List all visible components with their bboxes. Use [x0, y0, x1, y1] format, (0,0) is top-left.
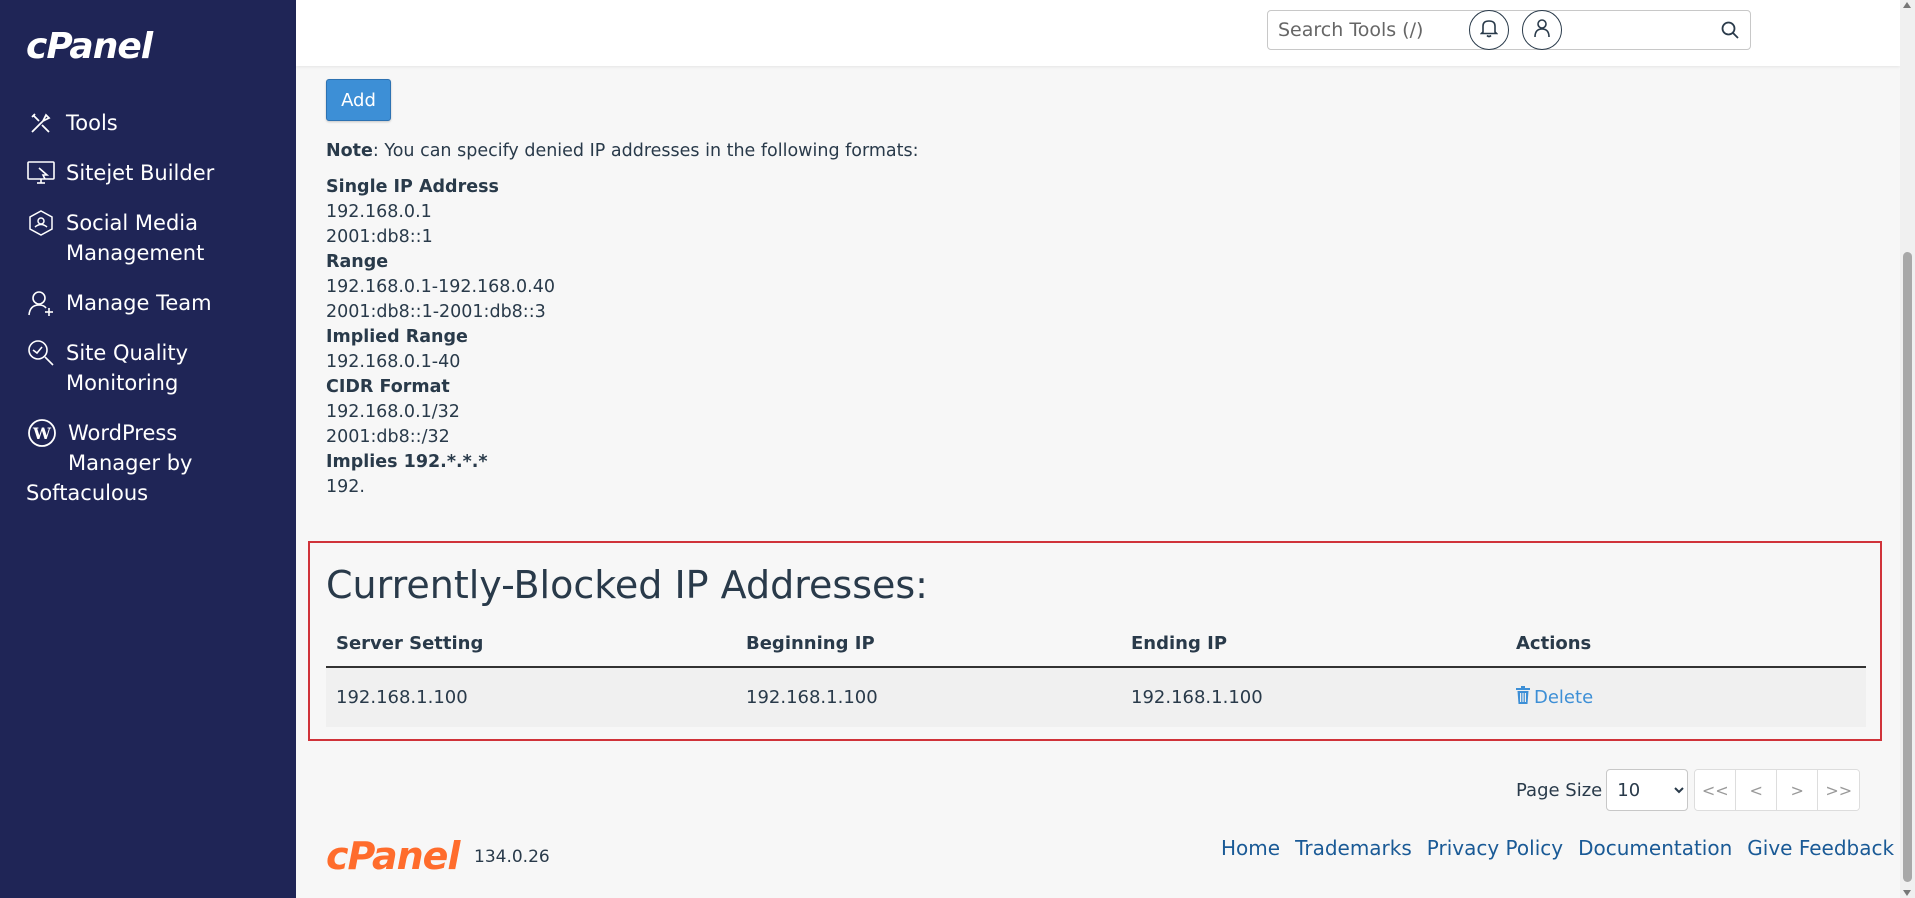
scroll-thumb[interactable] — [1903, 252, 1912, 882]
footer-cpanel-logo[interactable]: cPanel — [326, 834, 460, 878]
version-label: 134.0.26 — [474, 847, 550, 867]
last-page-button[interactable]: >> — [1818, 770, 1860, 810]
delete-link[interactable]: Delete — [1516, 686, 1593, 709]
scroll-down-arrow[interactable] — [1903, 890, 1911, 896]
search-icon[interactable] — [1720, 20, 1740, 40]
sidebar-item-label: Tools — [66, 111, 118, 135]
sidebar-item-label: Sitejet Builder — [66, 161, 215, 185]
sidebar-item-label-cont: Softaculous — [26, 481, 149, 505]
footer-links: Home Trademarks Privacy Policy Documenta… — [1221, 836, 1894, 860]
footer-link-home[interactable]: Home — [1221, 836, 1280, 860]
format-notes: Note: You can specify denied IP addresse… — [326, 139, 919, 500]
svg-text:W: W — [32, 424, 52, 443]
footer-link-documentation[interactable]: Documentation — [1578, 836, 1732, 860]
beginning-ip-cell: 192.168.1.100 — [736, 667, 1121, 727]
sidebar-item-label: WordPress Manager by — [68, 421, 193, 475]
format-heading: Single IP Address — [326, 177, 499, 197]
format-heading: Implies 192.*.*.* — [326, 452, 488, 472]
page-scrollbar[interactable] — [1900, 0, 1915, 898]
column-header[interactable]: Beginning IP — [736, 621, 1121, 668]
format-example: 2001:db8::1 — [326, 227, 433, 247]
scroll-up-arrow[interactable] — [1903, 2, 1911, 8]
sidebar-item-manage-team[interactable]: Manage Team — [0, 288, 296, 318]
column-header[interactable]: Ending IP — [1121, 621, 1506, 668]
sidebar-item-sitejet[interactable]: Sitejet Builder — [0, 158, 296, 188]
user-menu-button[interactable] — [1522, 10, 1562, 50]
wordpress-icon: W — [26, 418, 58, 448]
prev-page-button[interactable]: < — [1736, 770, 1778, 810]
sidebar-item-label: Site Quality Monitoring — [66, 341, 189, 395]
top-bar — [296, 0, 1900, 66]
footer-link-feedback[interactable]: Give Feedback — [1747, 836, 1894, 860]
format-heading: CIDR Format — [326, 377, 450, 397]
tools-icon — [26, 108, 56, 138]
actions-cell: Delete — [1506, 667, 1866, 727]
blocked-ip-table: Server Setting Beginning IP Ending IP Ac… — [326, 621, 1866, 727]
column-header: Actions — [1506, 621, 1866, 668]
first-page-button[interactable]: << — [1695, 770, 1737, 810]
social-media-icon — [26, 208, 56, 238]
page-buttons: << < > >> — [1694, 769, 1861, 811]
footer-link-privacy[interactable]: Privacy Policy — [1427, 836, 1563, 860]
notifications-button[interactable] — [1469, 10, 1509, 50]
user-icon — [1533, 18, 1551, 42]
page-size-select[interactable]: 10 — [1606, 769, 1689, 811]
note-line: Note: You can specify denied IP addresse… — [326, 141, 919, 161]
pagination: Page Size 10 << < > >> — [1516, 769, 1861, 811]
server-setting-cell: 192.168.1.100 — [326, 667, 736, 727]
section-title: Currently-Blocked IP Addresses: — [326, 563, 928, 607]
format-example: 192.168.0.1-192.168.0.40 — [326, 277, 555, 297]
trash-icon — [1516, 686, 1530, 709]
manage-team-icon — [26, 288, 56, 318]
format-example: 192. — [326, 477, 365, 497]
format-example: 192.168.0.1-40 — [326, 352, 461, 372]
sidebar-item-site-quality[interactable]: Site Quality Monitoring — [0, 338, 296, 398]
sidebar-item-label: Social Media Management — [66, 211, 205, 265]
sidebar-item-wordpress[interactable]: W WordPress Manager by Softaculous — [0, 418, 296, 508]
blocked-ip-section: Currently-Blocked IP Addresses: Server S… — [308, 541, 1882, 741]
add-button[interactable]: Add — [326, 79, 391, 121]
footer-link-trademarks[interactable]: Trademarks — [1295, 836, 1412, 860]
sidebar-item-label: Manage Team — [66, 291, 212, 315]
format-example: 192.168.0.1/32 — [326, 402, 460, 422]
search-box — [1267, 10, 1751, 50]
format-heading: Range — [326, 252, 389, 272]
column-header[interactable]: Server Setting — [326, 621, 736, 668]
sidebar-item-social-media[interactable]: Social Media Management — [0, 208, 296, 268]
next-page-button[interactable]: > — [1777, 770, 1819, 810]
format-heading: Implied Range — [326, 327, 468, 347]
sitejet-icon — [26, 158, 56, 188]
site-quality-icon — [26, 338, 56, 368]
table-row: 192.168.1.100 192.168.1.100 192.168.1.10… — [326, 667, 1866, 727]
ending-ip-cell: 192.168.1.100 — [1121, 667, 1506, 727]
format-example: 192.168.0.1 — [326, 202, 432, 222]
sidebar: cPanel Tools Sitejet Builder Social Medi… — [0, 0, 296, 898]
sidebar-nav: Tools Sitejet Builder Social Media Manag… — [0, 108, 296, 508]
bell-icon — [1479, 18, 1499, 42]
page-size-label: Page Size — [1516, 779, 1603, 801]
sidebar-item-tools[interactable]: Tools — [0, 108, 296, 138]
format-example: 2001:db8::1-2001:db8::3 — [326, 302, 546, 322]
cpanel-logo[interactable]: cPanel — [26, 26, 153, 67]
table-header-row: Server Setting Beginning IP Ending IP Ac… — [326, 621, 1866, 668]
format-example: 2001:db8::/32 — [326, 427, 450, 447]
